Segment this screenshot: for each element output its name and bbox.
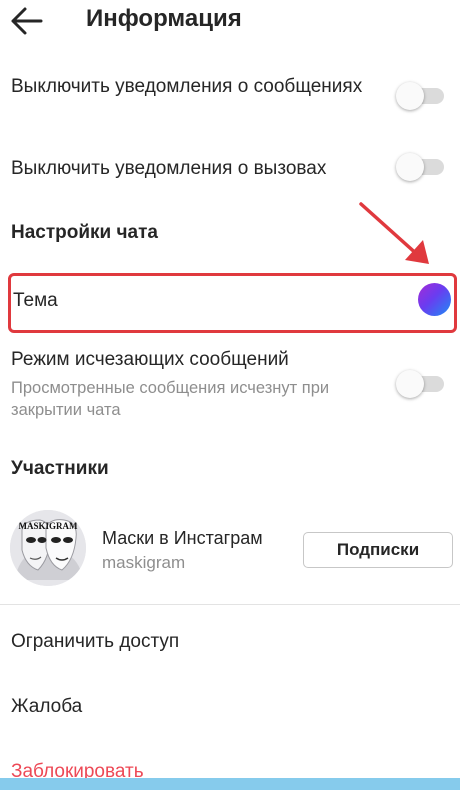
vanish-mode-toggle[interactable] (396, 370, 446, 398)
mute-messages-toggle[interactable] (396, 82, 446, 110)
annotation-arrow-icon (359, 202, 429, 264)
avatar-logo-text: MASKIGRAM (19, 521, 79, 531)
mask-avatar-image: MASKIGRAM (10, 510, 86, 586)
member-username: maskigram (102, 553, 186, 572)
vanish-mode-description: Просмотренные сообщения исчезнут при зак… (11, 379, 330, 419)
bottom-bar (0, 778, 460, 790)
header: Информация (0, 0, 460, 44)
theme-row[interactable]: Тема (8, 273, 457, 333)
vanish-mode-label: Режим исчезающих сообщений (11, 349, 289, 370)
mute-calls-toggle[interactable] (396, 153, 446, 181)
avatar[interactable]: MASKIGRAM (10, 510, 86, 586)
arrow-left-icon (11, 7, 43, 35)
back-button[interactable] (8, 4, 48, 38)
restrict-button[interactable]: Ограничить доступ (11, 630, 179, 653)
divider (0, 604, 460, 605)
page-title: Информация (86, 5, 242, 32)
theme-label: Тема (13, 290, 58, 311)
mute-messages-label: Выключить уведомления о сообщениях (11, 76, 363, 97)
member-name: Маски в Инстаграм (102, 528, 263, 548)
members-heading: Участники (11, 458, 109, 479)
theme-color-swatch (418, 283, 451, 316)
report-button[interactable]: Жалоба (11, 695, 82, 718)
chat-settings-heading: Настройки чата (11, 222, 158, 243)
following-button[interactable]: Подписки (303, 532, 453, 568)
mute-calls-label: Выключить уведомления о вызовах (11, 158, 327, 179)
